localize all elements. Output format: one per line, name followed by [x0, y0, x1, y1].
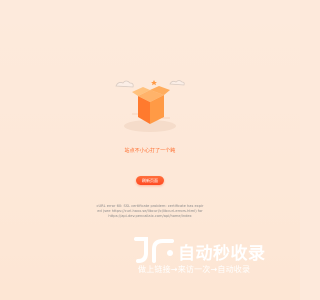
ji-logo-icon — [134, 237, 174, 263]
watermark-title: 自动秒收录 — [178, 244, 266, 264]
box-icon — [132, 86, 170, 124]
error-message: 站点不小心打了一个盹 — [124, 148, 176, 154]
reload-button[interactable]: 刷新页面 — [136, 176, 164, 185]
box-illustration-icon — [115, 80, 185, 132]
error-detail-text: cURL error 60: SSL certificate problem: … — [96, 204, 204, 218]
error-page: 站点不小心打了一个盹 刷新页面 cURL error 60: SSL certi… — [0, 0, 300, 300]
sparkle-icon — [151, 80, 157, 86]
watermark-banner: 自动秒收录 做上链接→来访一次→自动收录 — [132, 235, 282, 281]
watermark-subtitle: 做上链接→来访一次→自动收录 — [138, 265, 251, 274]
cloud-icon — [115, 80, 185, 88]
